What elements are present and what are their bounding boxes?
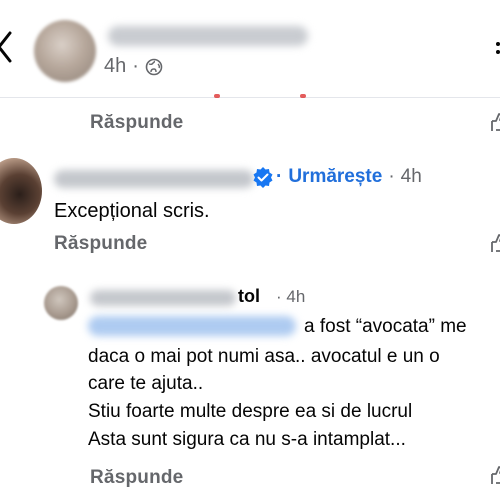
underline-fragment [300,94,306,98]
commenter-name-blurred[interactable] [54,170,254,188]
reply-text-line: Stiu foarte multe despre ea si de lucrul [88,401,413,422]
like-thumb-icon[interactable] [490,465,500,485]
back-chevron-icon[interactable] [0,30,16,64]
time-separator: · [388,166,395,187]
more-options-icon[interactable] [488,40,500,56]
reply-text-line: daca o mai pot numi asa.. avocatul e un … [88,346,440,367]
reply-button[interactable]: Răspunde [54,233,147,255]
reply-text-line: care te ajuta.. [88,373,204,394]
post-meta: 4h · [104,55,163,78]
reply-text-line: Asta sunt sigura ca nu s-a intamplat... [88,429,406,450]
follow-separator: · [276,166,283,187]
reply-text-line: a fost “avocata” me [304,316,467,337]
author-avatar[interactable] [34,20,96,82]
post-header: 4h · [0,0,500,98]
like-thumb-icon[interactable] [490,233,500,253]
globe-icon [145,58,163,75]
comment-text: Excepțional scris. [54,200,210,222]
reply-author-avatar[interactable] [44,286,78,320]
follow-button[interactable]: Urmărește [288,166,382,188]
follow-row: · Urmărește · 4h [276,166,422,188]
underline-fragment [214,94,220,98]
reply-time-separator: · [276,287,282,306]
reply-meta: · 4h [276,287,305,307]
reply-author-name-blurred[interactable] [90,290,236,306]
post-time: 4h [104,55,127,77]
like-thumb-icon[interactable] [490,112,500,132]
mention-link-blurred[interactable] [88,316,296,336]
reply-button[interactable]: Răspunde [90,112,183,134]
reply-time: 4h [286,287,306,306]
author-name-blurred[interactable] [108,26,308,46]
verified-badge-icon [253,167,273,188]
comment-time: 4h [400,166,422,187]
meta-separator: · [132,55,139,77]
commenter-avatar[interactable] [0,158,42,224]
reply-author-name-tail[interactable]: tol [238,286,260,307]
reply-button[interactable]: Răspunde [90,467,183,489]
